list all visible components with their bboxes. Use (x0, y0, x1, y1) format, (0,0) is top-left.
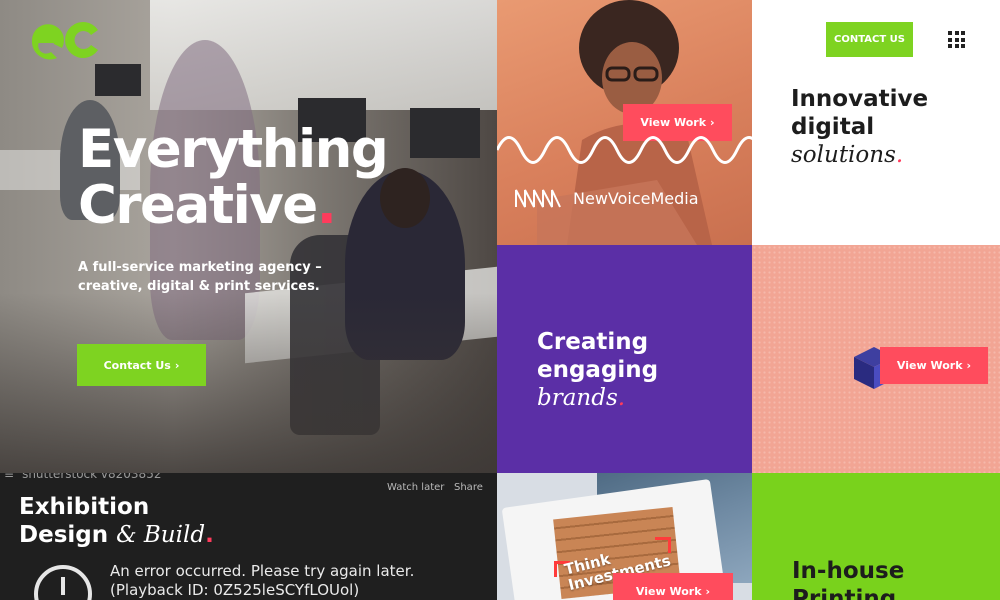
printing-line2: Printing (792, 586, 897, 600)
accent-dot: . (316, 175, 337, 236)
pink-view-work-button[interactable]: View Work › (880, 347, 988, 384)
chevron-right-icon: › (174, 358, 180, 372)
innovative-title: Innovative digital solutions. (791, 85, 928, 169)
innovative-line3: solutions (791, 142, 896, 168)
video-title: shutterstock v8203852 (22, 473, 162, 481)
accent-dot: . (895, 142, 904, 168)
header-contact-button[interactable]: CONTACT US (826, 22, 913, 57)
hero-subtitle: A full-service marketing agency – creati… (78, 260, 322, 294)
share-button[interactable]: Share (454, 482, 483, 493)
video-title-bar: ≡ shutterstock v8203852 (4, 473, 161, 481)
office-photo-monitor (95, 64, 141, 96)
sound-wave-graphic (497, 136, 752, 164)
video-error-message: An error occurred. Please try again late… (110, 562, 414, 600)
newvoicemedia-brand: NewVoiceMedia (515, 188, 699, 208)
pink-portfolio-tile[interactable]: View Work › (752, 245, 1000, 473)
hero-contact-label: Contact Us (103, 358, 171, 372)
hero-title-line2: Creative. (78, 178, 478, 234)
newvoicemedia-name: NewVoiceMedia (573, 188, 699, 208)
innovative-line2: digital (791, 114, 875, 140)
accent-dot: . (617, 385, 626, 411)
watch-later-button[interactable]: Watch later (387, 482, 444, 493)
engaging-line1: Creating (537, 329, 649, 355)
exhibition-title: Exhibition Design & Build. (19, 493, 214, 549)
video-error-line1: An error occurred. Please try again late… (110, 562, 415, 580)
view-work-label: View Work (635, 585, 702, 598)
exhibition-line2-italic: & Build (116, 522, 206, 548)
newvoicemedia-tile[interactable]: View Work › NewVoiceMedia (497, 0, 752, 245)
accent-dot: . (205, 522, 214, 548)
newvoicemedia-logo-icon (515, 189, 561, 208)
ec-logo[interactable]: ec (28, 16, 102, 60)
engaging-title: Creating engaging brands. (537, 328, 658, 412)
printing-line1: In-house (792, 558, 905, 584)
view-work-label: View Work (896, 359, 963, 372)
chevron-right-icon: › (705, 585, 711, 598)
exhibition-line2: Design (19, 522, 109, 548)
magazine-tile[interactable]: Think Investments View Work › (497, 473, 752, 600)
innovative-line3-wrap: solutions. (791, 141, 928, 169)
hero-title: Everything Creative. (78, 122, 478, 234)
innovative-tile: CONTACT US Innovative digital solutions. (752, 0, 1000, 245)
magazine-view-work-button[interactable]: View Work › (613, 573, 733, 600)
engaging-brands-tile[interactable]: Creating engaging brands. (497, 245, 752, 473)
engaging-line2: engaging (537, 357, 659, 383)
hero-tile: ec Everything Creative. A full-service m… (0, 0, 497, 473)
chevron-right-icon: › (966, 359, 972, 372)
hero-title-line1: Everything (78, 119, 389, 180)
hero-contact-button[interactable]: Contact Us › (77, 344, 206, 386)
grid-menu-icon[interactable] (948, 31, 965, 48)
engaging-line3: brands (537, 385, 618, 411)
innovative-line1: Innovative (791, 86, 929, 112)
playlist-icon: ≡ (4, 473, 15, 481)
hero-title-word: Creative (78, 175, 318, 236)
error-icon (34, 565, 92, 600)
exhibition-video-tile[interactable]: ≡ shutterstock v8203852 Watch later Shar… (0, 473, 497, 600)
exhibition-line2-wrap: Design & Build. (19, 521, 214, 549)
exhibition-line1: Exhibition (19, 494, 150, 520)
video-error-line2: (Playback ID: 0Z525leSCYfLOUol) (110, 581, 360, 599)
engaging-line3-wrap: brands. (537, 384, 658, 412)
printing-title: In-house Printing (792, 557, 904, 600)
printing-tile[interactable]: In-house Printing (752, 473, 1000, 600)
